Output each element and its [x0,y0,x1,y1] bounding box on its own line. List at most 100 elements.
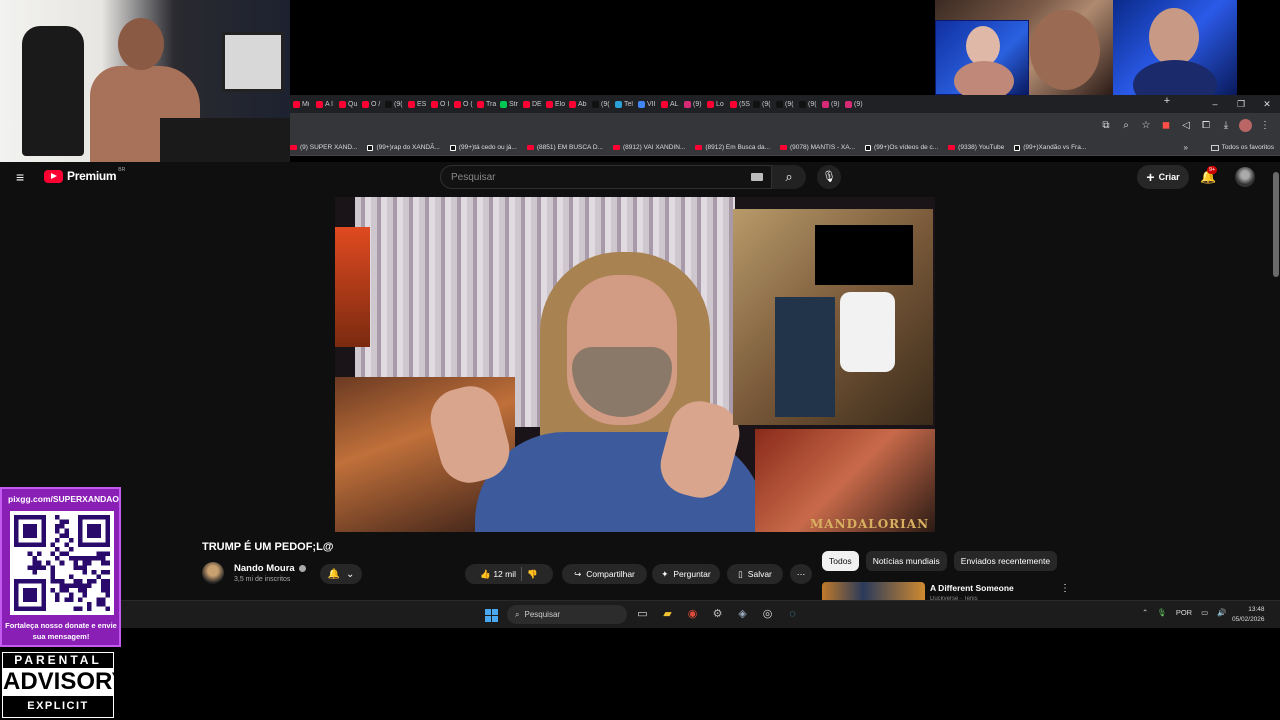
menu-icon[interactable]: ≡ [16,170,28,184]
bookmark-label: (99+)Xandão vs Fra... [1023,144,1087,151]
taskbar-search-input[interactable]: ⌕ Pesquisar [507,605,627,624]
speaker-icon[interactable]: 🔊 [1217,608,1226,617]
browser-tab[interactable]: DE [520,100,543,108]
all-bookmarks-folder[interactable]: Todos os favoritos [1210,144,1274,151]
browser-tab[interactable]: O I [428,100,451,108]
save-button[interactable]: ▯ Salvar [727,564,783,584]
browser-tab[interactable]: Tel [612,100,635,108]
bookmark-item[interactable]: (99+)Os vídeos de c... [865,144,938,151]
subscription-bell-button[interactable]: 🔔 ⌄ [320,564,362,584]
search-input[interactable]: Pesquisar [440,165,772,189]
browser-tab[interactable]: (9( [382,100,405,108]
chip-world-news[interactable]: Notícias mundiais [865,551,947,571]
chip-all[interactable]: Todos [822,551,859,571]
minimize-icon[interactable]: – [1202,95,1228,113]
zoom-icon[interactable]: ⌕ [1119,119,1133,133]
language-indicator[interactable]: POR [1176,608,1192,617]
browser-tab[interactable]: (9) [681,100,704,108]
channel-name[interactable]: Nando Moura [234,563,306,574]
browser-tab[interactable]: (9( [796,100,819,108]
advisory-top-text: PARENTAL [14,653,102,667]
voice-search-button[interactable]: 🎙 [817,165,841,189]
share-button[interactable]: ↪ Compartilhar [562,564,647,584]
maximize-icon[interactable]: ❐ [1228,95,1254,113]
tab-favicon-icon [316,100,323,108]
browser-tab[interactable]: AL [658,100,681,108]
browser-tab[interactable]: (5S [727,100,750,108]
bookmark-item[interactable]: (8912) Em Busca da... [695,144,770,151]
keyboard-icon[interactable] [751,173,763,181]
more-icon: ⋯ [796,568,806,579]
youtube-logo[interactable]: Premium BR [44,167,127,183]
create-button[interactable]: + Criar [1137,165,1189,189]
downloads-icon[interactable]: ⤓ [1219,119,1233,133]
browser-tab[interactable]: Lo [704,100,727,108]
chevron-up-icon[interactable]: ⌃ [1142,608,1148,617]
windows-start-icon[interactable] [485,609,498,622]
app-icon[interactable]: ◌ [784,606,801,623]
network-icon[interactable]: ▭ [1201,608,1208,617]
volume-icon[interactable]: ◁ [1179,119,1193,133]
bookmarks-more-icon[interactable]: » [1184,143,1188,152]
profile-avatar[interactable] [1239,119,1252,132]
browser-tab[interactable]: ES [405,100,428,108]
ask-button[interactable]: ✦ Perguntar [652,564,720,584]
browser-tab[interactable]: (9) [819,100,842,108]
recommendation-thumbnail[interactable] [822,582,925,600]
browser-tab[interactable]: Tra [474,100,497,108]
new-tab-button[interactable]: + [1158,95,1176,107]
recommendation-menu-icon[interactable]: ⋮ [1060,583,1070,594]
browser-tab[interactable]: Ab [566,100,589,108]
tab-label: (9) [693,100,702,108]
close-icon[interactable]: ✕ [1254,95,1280,113]
steam-icon[interactable]: ◈ [734,606,751,623]
tab-label: Lo [716,100,724,108]
browser-tab[interactable]: (9( [589,100,612,108]
dislike-icon[interactable]: 👎 [527,569,538,580]
browser-menu-icon[interactable]: ⋮ [1258,119,1272,133]
extension-red-icon[interactable]: ◼ [1159,119,1173,133]
video-player[interactable]: MANDALORIAN [335,197,935,532]
bookmark-label: (9078) MANTIS - XA... [790,144,856,151]
microphone-tray-icon[interactable]: 🎙 [1157,608,1167,617]
bookmark-item[interactable]: (8851) EM BUSCA D... [526,144,603,151]
browser-tab[interactable]: (9( [773,100,796,108]
chip-recently-uploaded[interactable]: Enviados recentemente [953,551,1058,571]
more-actions-button[interactable]: ⋯ [790,564,812,584]
bookmark-item[interactable]: (99+)Xandão vs Fra... [1014,144,1086,151]
browser-tab[interactable]: O ( [451,100,474,108]
bookmark-item[interactable]: (8912) VAI XANDIN... [612,144,685,151]
browser-tab[interactable]: O / [359,100,382,108]
tab-favicon-icon [546,100,553,108]
taskbar-clock[interactable]: 13:48 05/02/2026 [1232,605,1265,625]
bookmark-item[interactable]: (9338) YouTube [948,144,1004,151]
browser-tab[interactable]: Elo [543,100,566,108]
bookmark-item[interactable]: (99+)tá cedo ou já... [449,144,517,151]
bookmark-item[interactable]: (9078) MANTIS - XA... [780,144,855,151]
search-button[interactable]: ⌕ [772,165,806,189]
extensions-puzzle-icon[interactable]: ⧠ [1199,119,1213,133]
browser-tab[interactable]: Qu [336,100,359,108]
tab-favicon-icon [385,100,392,108]
browser-tab[interactable]: (9( [750,100,773,108]
browser-tab[interactable]: Mi [290,100,313,108]
browser-tab[interactable]: Str [497,100,520,108]
scrollbar-thumb[interactable] [1273,172,1279,277]
file-explorer-icon[interactable]: ▰ [659,606,676,623]
bookmark-star-icon[interactable]: ☆ [1139,119,1153,133]
account-avatar[interactable] [1235,167,1255,187]
channel-avatar[interactable] [202,562,224,584]
task-view-icon[interactable]: ▭ [634,606,651,623]
chrome-icon[interactable]: ◉ [684,606,701,623]
obs-icon[interactable]: ◎ [759,606,776,623]
recommendation-title[interactable]: A Different Someone [930,583,1014,593]
browser-tab[interactable]: VII [635,100,658,108]
like-button[interactable]: 👍 12 mil [480,569,516,580]
settings-gear-icon[interactable]: ⚙ [709,606,726,623]
bookmark-item[interactable]: (9) SUPER XAND... [290,144,357,151]
bookmark-item[interactable]: (99+)rap do XANDÃ... [367,144,440,151]
browser-tab[interactable]: A l [313,100,336,108]
tab-favicon-icon [615,100,622,108]
install-app-icon[interactable]: ⧉ [1099,119,1113,133]
browser-tab[interactable]: (9) [842,100,865,108]
